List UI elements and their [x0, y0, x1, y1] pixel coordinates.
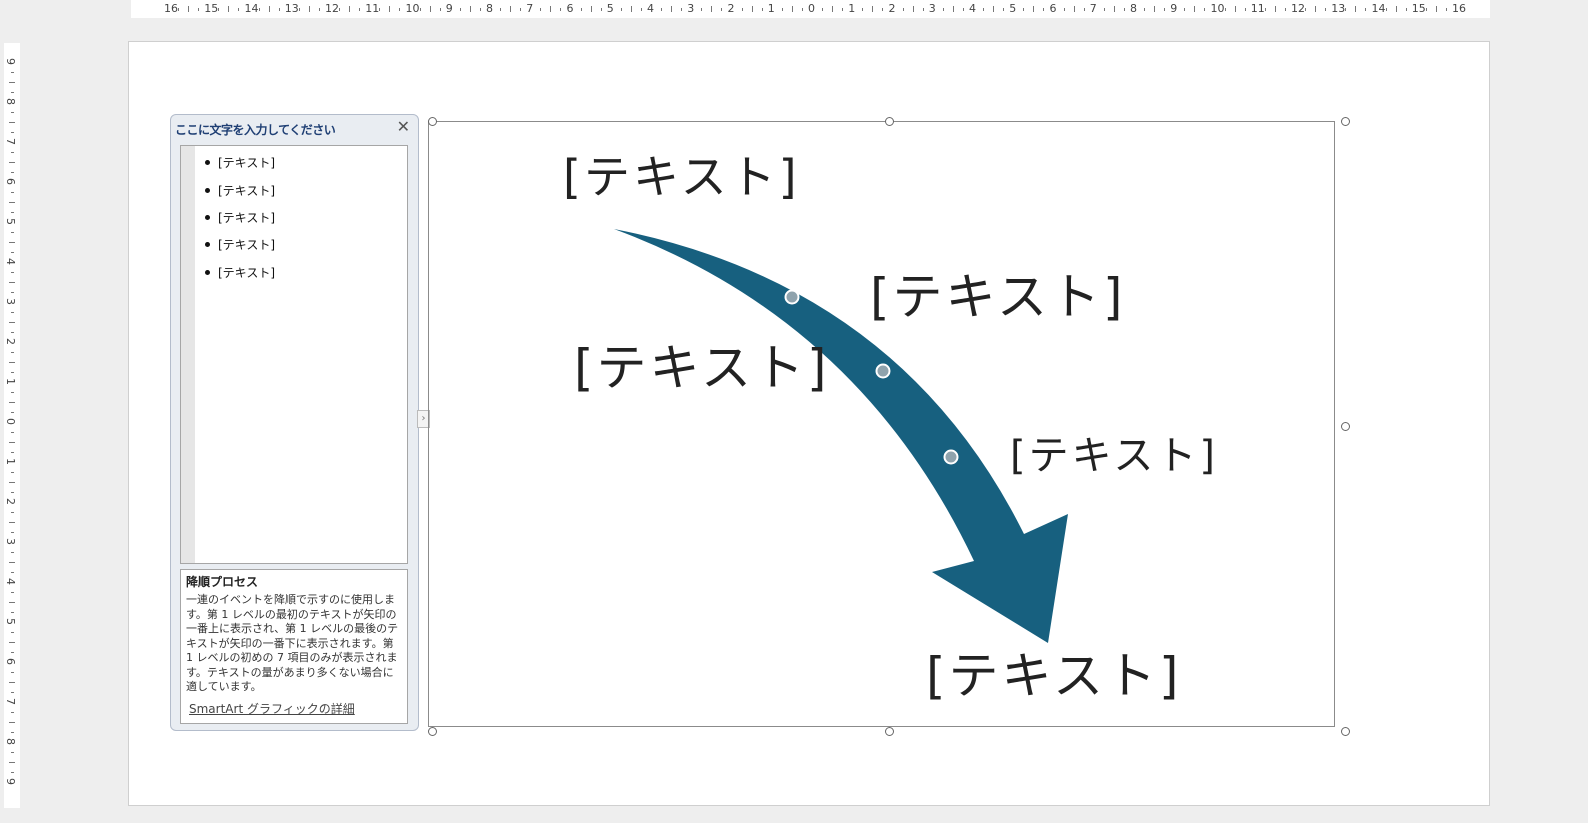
arrow-point-marker [784, 289, 800, 305]
smartart-label[interactable]: [テキスト] [1010, 423, 1218, 481]
resize-handle[interactable] [885, 727, 894, 736]
resize-handle[interactable] [428, 117, 437, 126]
resize-handle[interactable] [428, 727, 437, 736]
descending-arrow-graphic [614, 229, 1068, 643]
arrow-point-marker [875, 363, 891, 379]
smartart-label[interactable]: [テキスト] [870, 257, 1126, 329]
resize-handle[interactable] [1341, 422, 1350, 431]
smartart-label[interactable]: [テキスト] [574, 328, 830, 400]
resize-handle[interactable] [885, 117, 894, 126]
arrow-point-marker [943, 449, 959, 465]
resize-handle[interactable] [1341, 117, 1350, 126]
resize-handle[interactable] [1341, 727, 1350, 736]
smartart-label[interactable]: [テキスト] [563, 141, 800, 207]
smartart-label[interactable]: [テキスト] [926, 636, 1182, 708]
